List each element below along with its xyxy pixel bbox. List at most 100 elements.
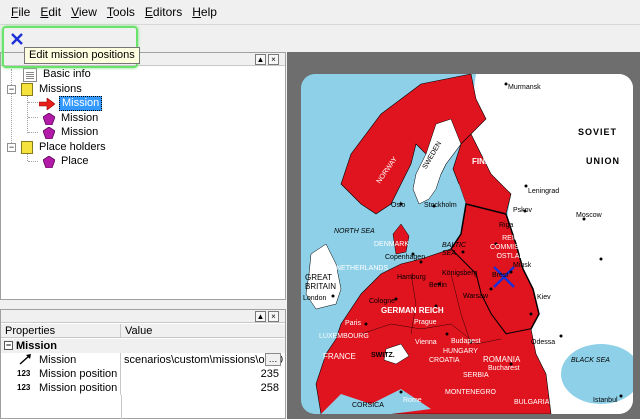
- tree-item-label: Mission: [61, 112, 99, 124]
- map-label: FINLAND: [472, 157, 508, 166]
- properties-header-row: Properties Value: [1, 324, 285, 338]
- menu-editors[interactable]: Editors: [140, 0, 187, 24]
- property-name: Mission: [39, 354, 77, 366]
- menu-bar: File Edit View Tools Editors Help: [0, 0, 640, 24]
- menu-help[interactable]: Help: [187, 0, 222, 24]
- menu-edit[interactable]: Edit: [35, 0, 66, 24]
- tree-item-label: Mission: [61, 126, 99, 138]
- map-label: ROMANIA: [483, 355, 521, 364]
- property-name-cell: 123 Mission position X: [1, 367, 121, 381]
- tree-item-label: Place holders: [39, 141, 106, 153]
- tree-item-mission[interactable]: Mission: [42, 111, 100, 126]
- map-label: Riga: [499, 222, 514, 229]
- purple-gem-icon: [42, 126, 56, 139]
- property-value-cell[interactable]: scenarios\custom\missions\oa_0 …: [122, 353, 285, 367]
- map-label: SWITZ.: [371, 352, 395, 359]
- map-label: MONTENEGRO: [445, 389, 496, 396]
- map-label: GERMAN REICH: [381, 306, 444, 315]
- tree-item-missions[interactable]: Missions: [21, 82, 84, 97]
- menu-view[interactable]: View: [66, 0, 102, 24]
- collapse-category-toggle[interactable]: −: [4, 341, 13, 350]
- tree-item-place[interactable]: Place: [42, 154, 91, 169]
- red-arrow-icon: [39, 97, 55, 111]
- tree-connector: [27, 95, 28, 133]
- property-value: 235: [260, 368, 279, 380]
- pane-close-button[interactable]: ×: [268, 54, 279, 65]
- browse-button[interactable]: …: [265, 353, 281, 366]
- map-label: Istanbul: [593, 397, 618, 404]
- map-label: Oslo: [391, 202, 406, 209]
- tree-item-mission-selected[interactable]: Mission: [39, 96, 103, 111]
- property-value: scenarios\custom\missions\oa_0: [124, 354, 283, 366]
- map-label: Bucharest: [488, 365, 520, 372]
- property-name-cell: 123 Mission position Y: [1, 381, 121, 395]
- map-label: Warsaw: [463, 293, 489, 300]
- pane-close-button[interactable]: ×: [268, 311, 279, 322]
- tree-item-basic-info[interactable]: Basic info: [23, 67, 93, 82]
- tree-item-place-holders[interactable]: Place holders: [21, 140, 108, 155]
- property-value-cell[interactable]: 258: [122, 381, 285, 395]
- map-label: SOVIET: [578, 127, 618, 137]
- collapse-place-holders-toggle[interactable]: −: [7, 143, 16, 152]
- map-label: CROATIA: [429, 357, 460, 364]
- map-label: FRANCE: [323, 352, 356, 361]
- map-label: HUNGARY: [443, 348, 478, 355]
- property-value-cell[interactable]: 235: [122, 367, 285, 381]
- tree-item-label: Place: [61, 155, 89, 167]
- property-category-row[interactable]: − Mission: [1, 339, 285, 353]
- property-row[interactable]: 123 Mission position X 235: [1, 367, 285, 381]
- category-label: Mission: [16, 340, 57, 352]
- column-divider: [121, 395, 122, 419]
- map-label: Vienna: [415, 339, 437, 346]
- map-label: London: [303, 295, 327, 302]
- map-label: Budapest: [451, 338, 481, 345]
- menu-tools[interactable]: Tools: [102, 0, 140, 24]
- map-label: Copenhagen: [385, 254, 426, 261]
- map-label: Königsberg: [442, 270, 478, 277]
- collapse-missions-toggle[interactable]: −: [7, 85, 16, 94]
- menu-file[interactable]: File: [6, 0, 35, 24]
- tree-item-label: Missions: [39, 83, 82, 95]
- column-header-value[interactable]: Value: [122, 324, 285, 338]
- map-label: BLACK SEA: [571, 357, 610, 364]
- pane-pin-button[interactable]: ▲: [255, 311, 266, 322]
- map-label: Pskov: [513, 207, 533, 214]
- property-name: Mission position X: [39, 368, 121, 380]
- folder-icon: [21, 141, 33, 154]
- property-name-cell: Mission: [1, 353, 121, 367]
- map-label: Cologne: [369, 298, 396, 305]
- tree-connector: [28, 102, 38, 103]
- pane-pin-button[interactable]: ▲: [255, 54, 266, 65]
- column-header-properties[interactable]: Properties: [1, 324, 121, 338]
- map-label: Prague: [414, 319, 437, 326]
- properties-pane: ▲ × Properties Value − Mission Mission sc…: [0, 309, 286, 419]
- map-editor-area: Murmansk SOVIET UNION FINLAND SWEDEN NOR…: [287, 52, 640, 419]
- map-label: Brest: [492, 272, 509, 279]
- map-label: Berlin: [429, 282, 447, 289]
- map-label: Paris: [345, 320, 361, 327]
- tree-connector: [28, 161, 38, 162]
- property-value: 258: [260, 382, 279, 394]
- tree-item-label: Basic info: [43, 68, 91, 80]
- map-label: NORTH SEA: [334, 228, 375, 235]
- tree-item-mission[interactable]: Mission: [42, 125, 100, 140]
- map-label: REICH COMMISSARIAT OSTLAND: [490, 235, 544, 260]
- map-label: NETHERLANDS: [336, 265, 389, 272]
- map-label: BULGARIA: [514, 399, 550, 406]
- map-label: CORSICA: [352, 402, 384, 409]
- map-label: Murmansk: [508, 84, 541, 91]
- map-label: Rome: [403, 397, 422, 404]
- number-icon: 123: [17, 383, 31, 392]
- scenario-tree-pane: ▲ × Basic info − Missions Mission Missio…: [0, 52, 286, 300]
- properties-pane-header: ▲ ×: [1, 310, 285, 323]
- arrow-icon: [19, 354, 31, 365]
- document-icon: [23, 67, 37, 82]
- property-row[interactable]: 123 Mission position Y 258: [1, 381, 285, 395]
- property-row[interactable]: Mission scenarios\custom\missions\oa_0 …: [1, 353, 285, 367]
- map-label: UNION: [586, 156, 620, 166]
- map-label: LUXEMBOURG: [319, 333, 369, 340]
- map-label: Stockholm: [424, 202, 457, 209]
- number-icon: 123: [17, 369, 31, 378]
- tree-connector: [28, 132, 38, 133]
- map-label: Odessa: [531, 339, 556, 346]
